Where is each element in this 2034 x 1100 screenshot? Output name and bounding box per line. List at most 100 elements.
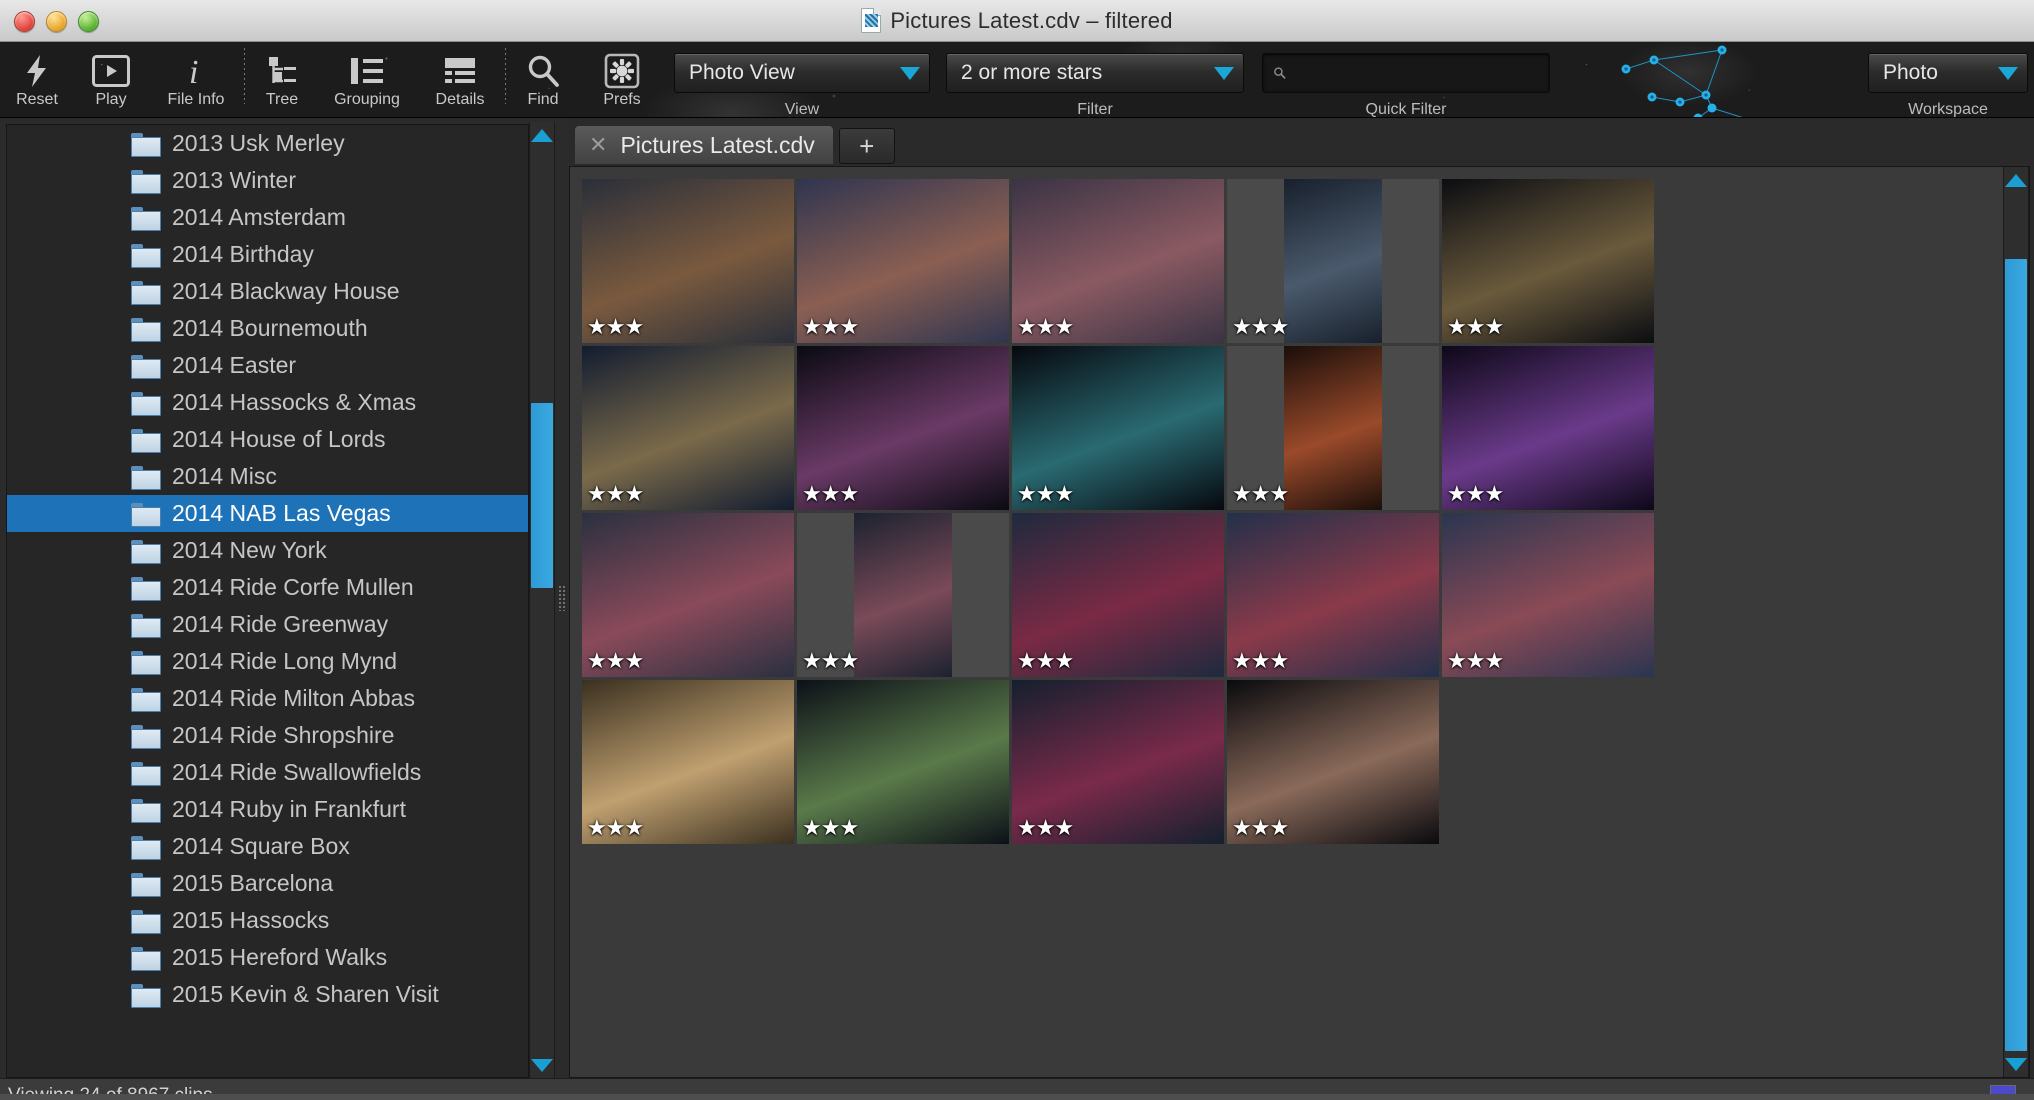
panel-splitter[interactable] (555, 118, 569, 1078)
sidebar-item[interactable]: 2015 Hereford Walks (7, 939, 528, 976)
thumbnail-cell[interactable]: ★★★ (1227, 179, 1439, 343)
sidebar-item[interactable]: 2015 Kevin & Sharen Visit (7, 976, 528, 1013)
scroll-up-button[interactable] (2005, 167, 2027, 193)
find-button[interactable]: Find (506, 42, 580, 118)
sidebar-item[interactable]: 2014 Easter (7, 347, 528, 384)
thumbnail-cell[interactable]: ★★★ (797, 179, 1009, 343)
sidebar-item[interactable]: 2015 Hassocks (7, 902, 528, 939)
filter-select[interactable]: 2 or more stars (946, 53, 1244, 93)
scroll-up-button[interactable] (531, 122, 553, 148)
sidebar-item[interactable]: 2014 NAB Las Vegas (7, 495, 528, 532)
sidebar-item[interactable]: 2014 Ride Shropshire (7, 717, 528, 754)
thumbnail-cell[interactable]: ★★★ (797, 680, 1009, 844)
thumbnail-cell[interactable]: ★★★ (797, 513, 1009, 677)
sidebar-item[interactable]: 2014 Hassocks & Xmas (7, 384, 528, 421)
workspace-select[interactable]: Photo (1868, 53, 2028, 93)
star-rating: ★★★ (802, 483, 858, 505)
thumbnail-cell[interactable]: ★★★ (1442, 346, 1654, 510)
sidebar-item[interactable]: 2014 Ride Corfe Mullen (7, 569, 528, 606)
add-tab-button[interactable]: + (839, 128, 895, 164)
sidebar-item[interactable]: 2014 Birthday (7, 236, 528, 273)
details-icon (442, 50, 478, 92)
folder-icon (131, 577, 159, 599)
thumbnail-cell[interactable]: ★★★ (582, 513, 794, 677)
thumbnail-cell[interactable]: ★★★ (797, 346, 1009, 510)
quick-filter-box[interactable] (1262, 53, 1550, 93)
zoom-window-button[interactable] (78, 11, 99, 32)
thumbnail-cell[interactable]: ★★★ (1442, 513, 1654, 677)
sidebar-item-label: 2014 Square Box (172, 833, 350, 860)
sidebar-panel: 2013 Usk Merley2013 Winter2014 Amsterdam… (0, 118, 555, 1078)
file-info-button[interactable]: i File Info (148, 42, 244, 118)
application-window: Pictures Latest.cdv – filtered (0, 0, 2034, 1100)
thumbnail-cell[interactable]: ★★★ (1012, 346, 1224, 510)
folder-tree[interactable]: 2013 Usk Merley2013 Winter2014 Amsterdam… (6, 124, 529, 1078)
folder-icon (131, 133, 159, 155)
prefs-button[interactable]: Prefs (580, 42, 664, 118)
sidebar-scrollbar[interactable] (529, 122, 555, 1078)
sidebar-item[interactable]: 2014 Ride Long Mynd (7, 643, 528, 680)
tree-icon (265, 50, 299, 92)
thumbnail-cell[interactable]: ★★★ (1012, 179, 1224, 343)
triangle-down-icon (531, 1059, 553, 1072)
thumbnail-cell[interactable]: ★★★ (1227, 680, 1439, 844)
folder-icon (131, 799, 159, 821)
quick-filter-input[interactable] (1294, 62, 1539, 84)
grouping-button[interactable]: Grouping (319, 42, 415, 118)
thumbnail-cell[interactable]: ★★★ (1012, 513, 1224, 677)
scrollbar-track[interactable] (529, 148, 555, 1052)
scrollbar-thumb[interactable] (531, 403, 553, 588)
sidebar-item[interactable]: 2014 Square Box (7, 828, 528, 865)
sidebar-item[interactable]: 2014 Ride Swallowfields (7, 754, 528, 791)
thumbnail-cell[interactable]: ★★★0:00:17;05 (1227, 346, 1439, 510)
minimize-window-button[interactable] (46, 11, 67, 32)
scroll-down-button[interactable] (531, 1052, 553, 1078)
sidebar-item[interactable]: 2014 New York (7, 532, 528, 569)
thumbnail-cell[interactable]: ★★★ (1227, 513, 1439, 677)
quick-filter-group: Quick Filter (1262, 42, 1550, 118)
sidebar-item[interactable]: 2014 Bournemouth (7, 310, 528, 347)
sidebar-item[interactable]: 2014 House of Lords (7, 421, 528, 458)
sidebar-item[interactable]: 2014 Misc (7, 458, 528, 495)
close-icon[interactable]: ✕ (589, 132, 607, 158)
workspace-group-label: Workspace (1908, 101, 1988, 118)
reset-button[interactable]: Reset (0, 42, 74, 118)
file-info-label: File Info (168, 92, 225, 108)
view-select[interactable]: Photo View (674, 53, 930, 93)
scrollbar-track[interactable] (2003, 193, 2029, 1051)
details-button[interactable]: Details (415, 42, 505, 118)
thumbnail-area: ★★★★★★★★★★★★★★★★★★★★★★★★★★★0:00:17;05★★★… (569, 166, 2030, 1078)
scrollbar-thumb[interactable] (2005, 259, 2027, 1051)
sidebar-item[interactable]: 2013 Winter (7, 162, 528, 199)
view-select-value: Photo View (689, 61, 890, 85)
star-rating: ★★★ (587, 483, 643, 505)
sidebar-item[interactable]: 2014 Ruby in Frankfurt (7, 791, 528, 828)
document-icon (861, 8, 881, 33)
folder-icon (131, 318, 159, 340)
splitter-grip[interactable] (558, 585, 566, 611)
thumbnail-cell[interactable]: ★★★ (582, 346, 794, 510)
thumbnail-image (854, 513, 952, 677)
thumbnail-grid[interactable]: ★★★★★★★★★★★★★★★★★★★★★★★★★★★0:00:17;05★★★… (570, 167, 2003, 1077)
tree-button[interactable]: Tree (245, 42, 319, 118)
close-window-button[interactable] (14, 11, 35, 32)
thumbnail-cell[interactable]: ★★★ (1442, 179, 1654, 343)
triangle-up-icon (531, 129, 553, 142)
sidebar-item[interactable]: 2014 Amsterdam (7, 199, 528, 236)
sidebar-item[interactable]: 2014 Blackway House (7, 273, 528, 310)
scroll-down-button[interactable] (2005, 1051, 2027, 1077)
grid-scrollbar[interactable] (2003, 167, 2029, 1077)
star-rating: ★★★ (587, 650, 643, 672)
play-button[interactable]: Play (74, 42, 148, 118)
thumbnail-cell[interactable]: ★★★ (1012, 680, 1224, 844)
sidebar-item[interactable]: 2014 Ride Milton Abbas (7, 680, 528, 717)
tab-pictures-latest[interactable]: ✕ Pictures Latest.cdv (575, 126, 833, 164)
folder-icon (131, 281, 159, 303)
sidebar-item[interactable]: 2014 Ride Greenway (7, 606, 528, 643)
folder-icon (131, 910, 159, 932)
sidebar-item[interactable]: 2013 Usk Merley (7, 125, 528, 162)
play-label: Play (95, 92, 126, 108)
thumbnail-cell[interactable]: ★★★ (582, 680, 794, 844)
thumbnail-cell[interactable]: ★★★ (582, 179, 794, 343)
sidebar-item[interactable]: 2015 Barcelona (7, 865, 528, 902)
